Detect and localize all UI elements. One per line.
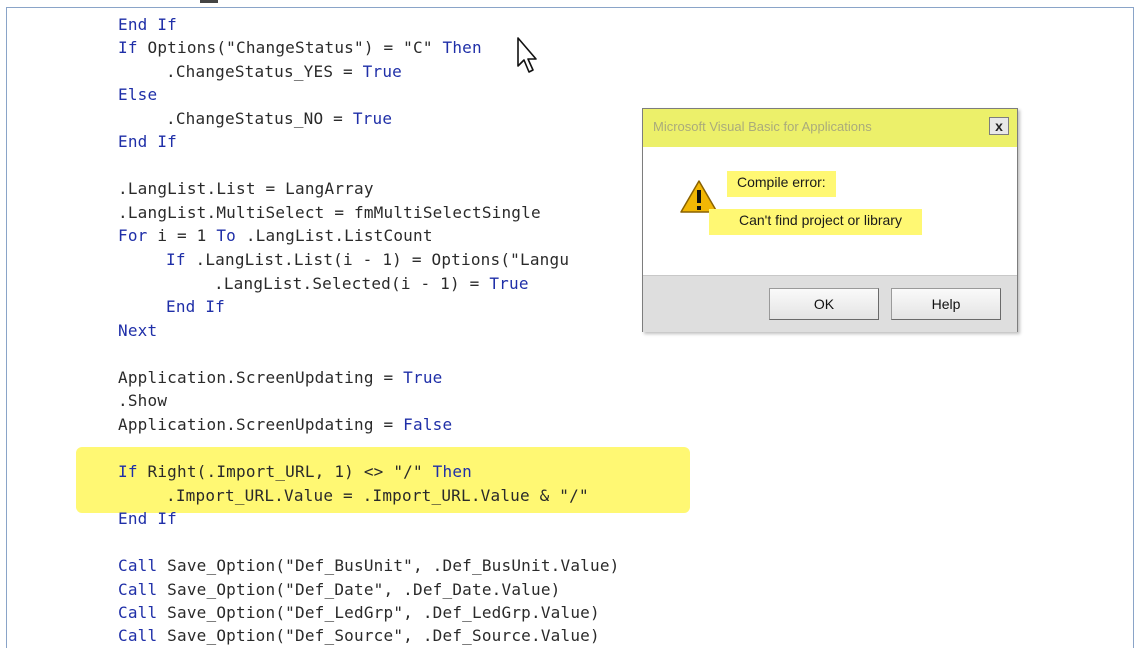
- code-line: Call Save_Option("Def_Source", .Def_Sour…: [118, 626, 600, 646]
- code-text: .LangList.ListCount: [236, 226, 433, 245]
- code-keyword: To: [216, 226, 237, 245]
- code-line: For i = 1 To .LangList.ListCount: [118, 226, 433, 246]
- code-text: .LangList.MultiSelect = fmMultiSelectSin…: [118, 203, 541, 222]
- code-keyword: End If: [118, 509, 177, 528]
- code-line: End If: [118, 15, 177, 35]
- code-line: .LangList.List = LangArray: [118, 179, 374, 199]
- code-keyword: Call: [118, 626, 158, 645]
- code-keyword: True: [352, 109, 393, 128]
- code-text: .Show: [118, 391, 168, 410]
- code-keyword: For: [118, 226, 148, 245]
- code-text: Save_Option("Def_Date", .Def_Date.Value): [157, 580, 561, 599]
- code-line: Application.ScreenUpdating = True: [118, 368, 443, 388]
- code-keyword: If: [166, 250, 186, 269]
- code-keyword: True: [362, 62, 402, 81]
- code-line: .Show: [118, 391, 167, 411]
- code-text: Save_Option("Def_BusUnit", .Def_BusUnit.…: [157, 556, 620, 575]
- code-keyword: Next: [118, 321, 158, 340]
- code-keyword: If: [118, 38, 138, 57]
- code-line: .ChangeStatus_YES = True: [166, 62, 402, 82]
- code-text: .Import_URL.Value = .Import_URL.Value & …: [166, 486, 589, 505]
- error-message: Can't find project or library: [709, 209, 922, 235]
- code-keyword: End If: [118, 15, 177, 34]
- code-line: .ChangeStatus_NO = True: [166, 109, 392, 129]
- code-line: Call Save_Option("Def_BusUnit", .Def_Bus…: [118, 556, 620, 576]
- code-keyword: Else: [118, 85, 158, 104]
- code-line: Call Save_Option("Def_Date", .Def_Date.V…: [118, 580, 561, 600]
- ok-button[interactable]: OK: [769, 288, 879, 320]
- code-text: Save_Option("Def_LedGrp", .Def_LedGrp.Va…: [157, 603, 600, 622]
- code-keyword: True: [489, 274, 529, 293]
- code-text: .LangList.List = LangArray: [118, 179, 374, 198]
- code-line: Application.ScreenUpdating = False: [118, 415, 452, 435]
- code-line: Call Save_Option("Def_LedGrp", .Def_LedG…: [118, 603, 600, 623]
- code-text: i = 1: [147, 226, 217, 245]
- dialog-button-bar: OK Help: [643, 275, 1017, 332]
- code-keyword: Call: [118, 603, 158, 622]
- mouse-cursor-icon: [517, 37, 537, 73]
- code-keyword: Call: [118, 580, 158, 599]
- code-keyword: Then: [432, 462, 472, 481]
- code-keyword: Then: [442, 38, 482, 57]
- code-text: .LangList.List(i - 1) = Options("Langu: [185, 250, 570, 269]
- code-text: Options("ChangeStatus") = "C": [137, 38, 443, 57]
- code-text: Save_Option("Def_Source", .Def_Source.Va…: [157, 626, 600, 645]
- code-line: Else: [118, 85, 157, 105]
- code-line: If Options("ChangeStatus") = "C" Then: [118, 38, 482, 58]
- code-line: .LangList.MultiSelect = fmMultiSelectSin…: [118, 203, 541, 223]
- dialog-titlebar[interactable]: Microsoft Visual Basic for Applications …: [643, 109, 1017, 148]
- compile-error-dialog: Microsoft Visual Basic for Applications …: [642, 108, 1018, 332]
- code-keyword: End If: [166, 297, 225, 316]
- dialog-message-area: Compile error: Can't find project or lib…: [643, 147, 1017, 275]
- code-text: .ChangeStatus_YES =: [166, 62, 363, 81]
- code-text: Application.ScreenUpdating =: [118, 415, 404, 434]
- help-button[interactable]: Help: [891, 288, 1001, 320]
- code-line: If .LangList.List(i - 1) = Options("Lang…: [166, 250, 569, 270]
- code-text: .LangList.Selected(i - 1) =: [214, 274, 490, 293]
- code-text: Right(.Import_URL, 1) <> "/": [137, 462, 433, 481]
- code-text: .ChangeStatus_NO =: [166, 109, 353, 128]
- code-line: If Right(.Import_URL, 1) <> "/" Then: [118, 462, 472, 482]
- code-line: End If: [118, 509, 177, 529]
- code-line: .Import_URL.Value = .Import_URL.Value & …: [166, 486, 589, 506]
- dialog-title: Microsoft Visual Basic for Applications: [653, 119, 872, 134]
- code-text: Application.ScreenUpdating =: [118, 368, 404, 387]
- code-keyword: False: [403, 415, 453, 434]
- error-heading: Compile error:: [727, 171, 836, 197]
- code-keyword: If: [118, 462, 138, 481]
- code-keyword: Call: [118, 556, 158, 575]
- code-line: End If: [118, 132, 177, 152]
- code-line: Next: [118, 321, 157, 341]
- code-line: .LangList.Selected(i - 1) = True: [214, 274, 529, 294]
- code-keyword: End If: [118, 132, 177, 151]
- code-keyword: True: [403, 368, 443, 387]
- code-line: End If: [166, 297, 225, 317]
- close-button[interactable]: x: [989, 117, 1009, 135]
